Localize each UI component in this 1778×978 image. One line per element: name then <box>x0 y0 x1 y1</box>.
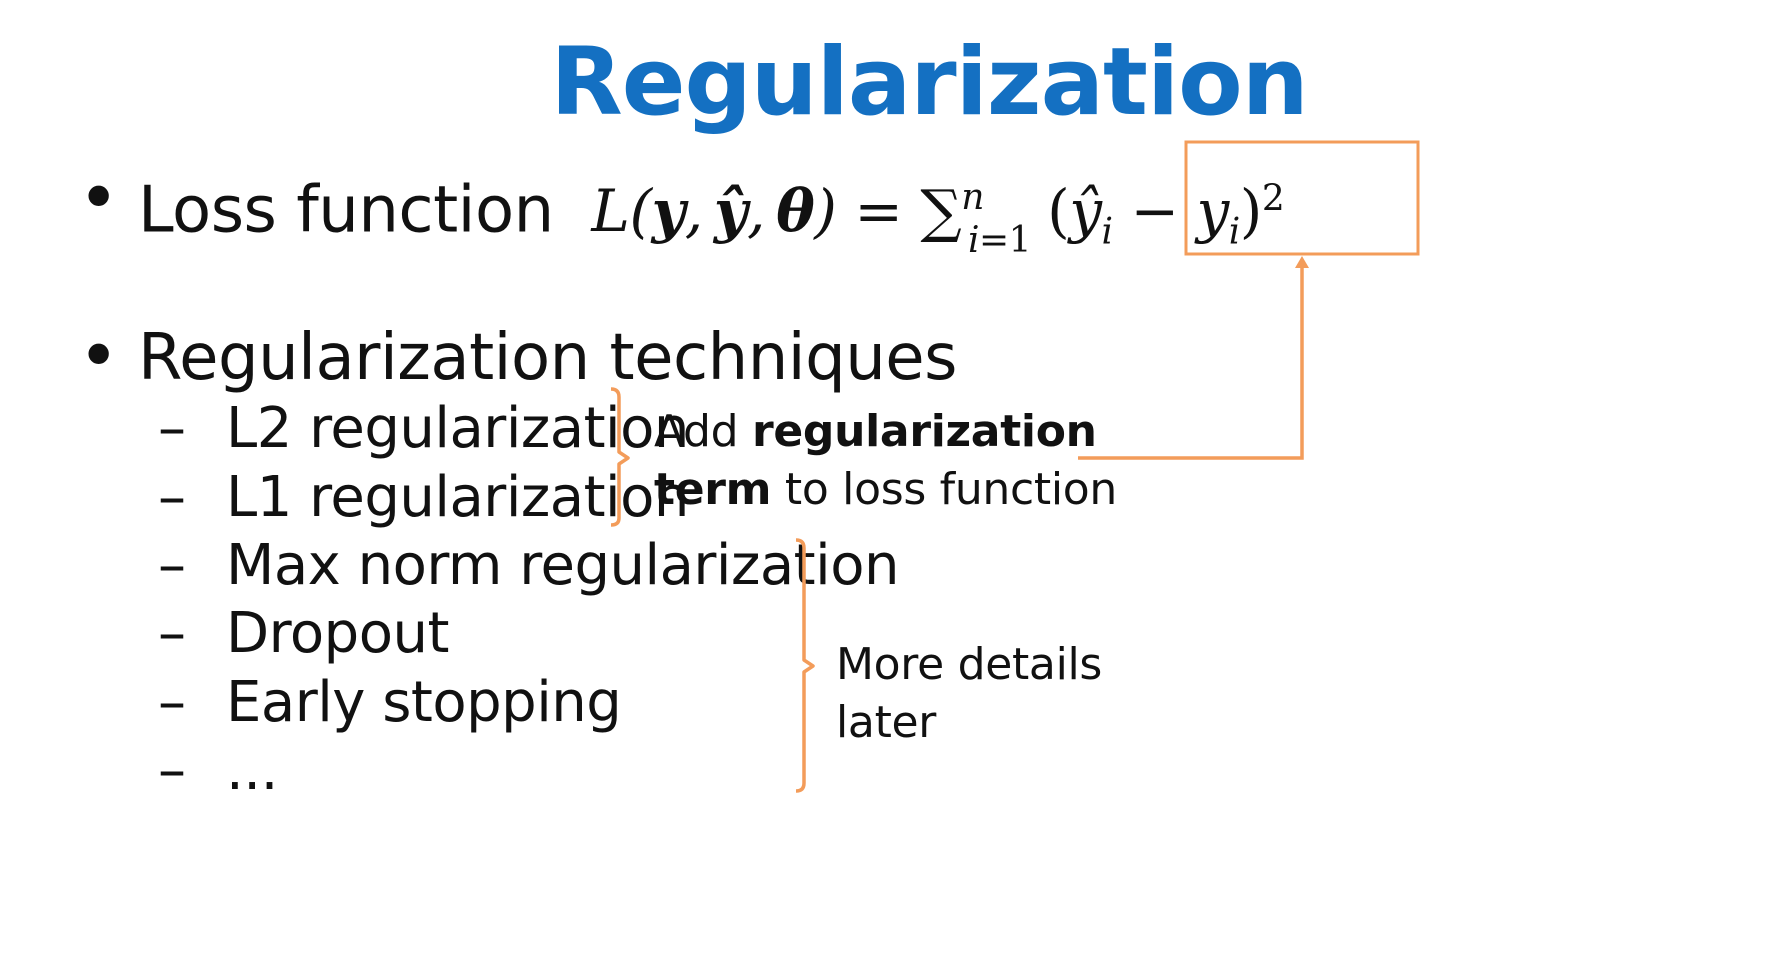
annotation-overlay <box>610 140 1420 793</box>
empty-regularization-term-box <box>1184 140 1420 256</box>
bracket-l1-l2 <box>610 387 630 527</box>
arrow-head-icon <box>1295 256 1309 268</box>
connector-arrow-line <box>1078 266 1304 460</box>
bracket-other-techniques <box>795 538 815 793</box>
